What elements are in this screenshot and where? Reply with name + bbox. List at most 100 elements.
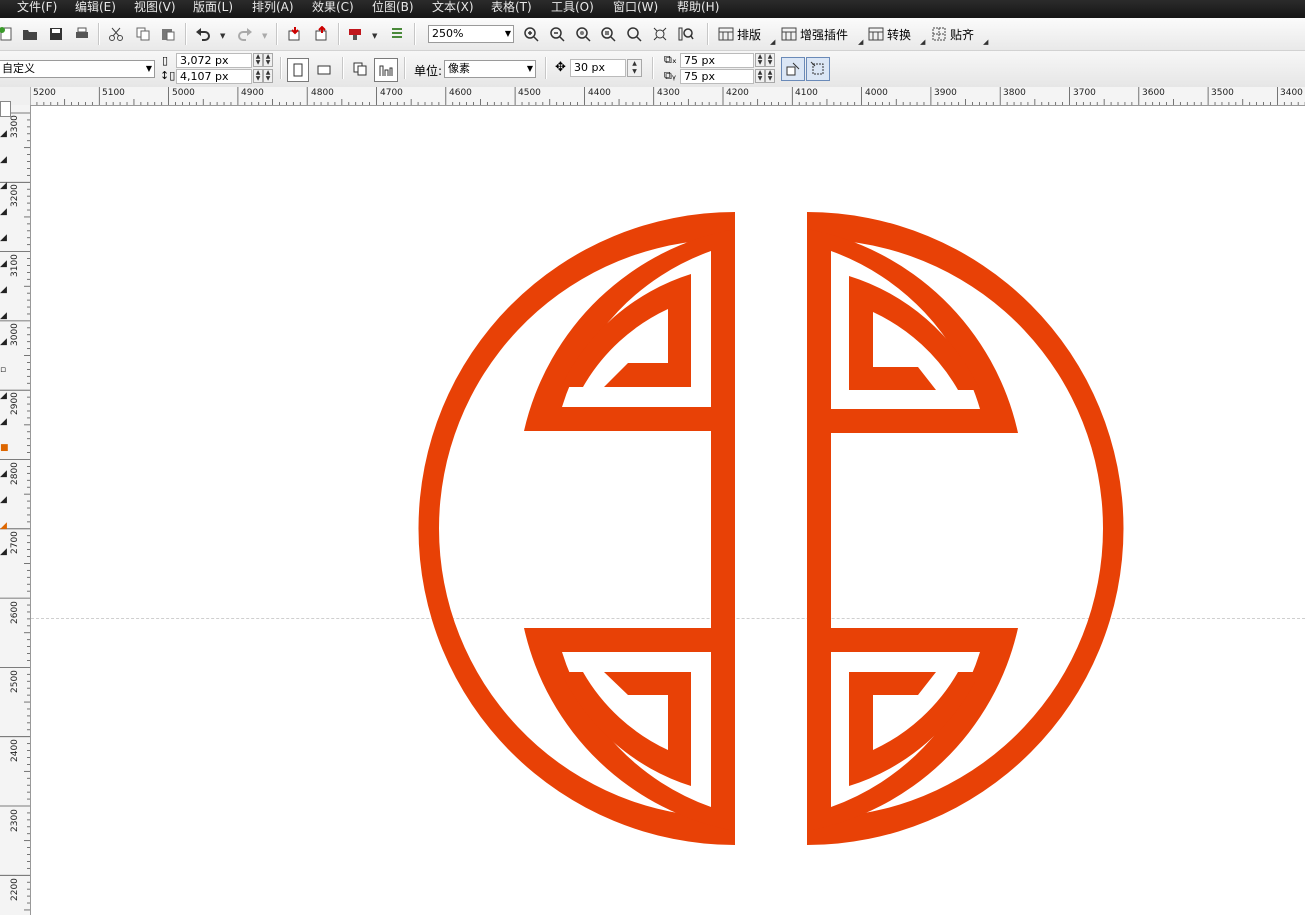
fill-tool-icon[interactable]: ◢: [0, 493, 12, 507]
zoom-all-objects-icon[interactable]: [598, 24, 618, 44]
menu-effects[interactable]: 效果(C): [312, 0, 354, 15]
shape-tool-icon[interactable]: ◢: [0, 127, 12, 141]
plugin-layout-button[interactable]: 排版: [718, 24, 761, 44]
zoom-width-icon[interactable]: [650, 24, 670, 44]
copy-icon[interactable]: [133, 24, 153, 44]
page-width-input[interactable]: 3,072 px: [176, 53, 252, 68]
page-height-spinner[interactable]: ▲ ▼: [253, 69, 263, 83]
drawing-canvas[interactable]: [31, 106, 1305, 915]
zoom-tool-icon[interactable]: ◢: [0, 179, 12, 193]
layout-plugin-icon: [718, 27, 734, 41]
portrait-button[interactable]: [287, 58, 309, 82]
redo-icon[interactable]: [235, 24, 255, 44]
duplicate-y-spinner-2[interactable]: ▲ ▼: [765, 69, 775, 83]
menu-text[interactable]: 文本(X): [432, 0, 474, 15]
duplicate-y-input[interactable]: 75 px: [680, 69, 754, 84]
basic-shapes-tool-icon[interactable]: ◢: [0, 335, 12, 349]
welcome-screen-icon[interactable]: [387, 24, 407, 44]
menu-arrange[interactable]: 排列(A): [252, 0, 294, 15]
duplicate-x-spinner-2[interactable]: ▲ ▼: [765, 53, 775, 67]
open-icon[interactable]: [20, 24, 40, 44]
all-pages-button[interactable]: [350, 59, 370, 79]
print-icon[interactable]: [72, 24, 92, 44]
page-width-spinner[interactable]: ▲ ▼: [253, 53, 263, 67]
ruler-label: 3600: [1142, 88, 1165, 98]
outline-tool-icon[interactable]: ◢: [0, 467, 12, 481]
cut-icon[interactable]: [106, 24, 126, 44]
parallel-dimension-tool-icon[interactable]: ◢: [0, 415, 12, 429]
plugin-enhance-button[interactable]: 增强插件: [781, 24, 848, 44]
convert-plugin-icon: [868, 27, 884, 41]
chevron-down-icon: ▼: [526, 64, 533, 73]
smart-fill-tool-icon[interactable]: ◢: [0, 231, 12, 245]
menu-help[interactable]: 帮助(H): [677, 0, 719, 15]
menu-file[interactable]: 文件(F): [17, 0, 57, 15]
page-preset-select[interactable]: 自定义 ▼: [0, 60, 155, 78]
duplicate-y-icon: ⧉ᵧ: [664, 69, 676, 82]
plugin-convert-button[interactable]: 转换: [868, 24, 911, 44]
menu-layout[interactable]: 版面(L): [193, 0, 233, 15]
snap-plugin-icon: [932, 27, 946, 41]
table-tool-icon[interactable]: ◢: [0, 389, 12, 403]
menu-bitmaps[interactable]: 位图(B): [372, 0, 414, 15]
menu-table[interactable]: 表格(T): [491, 0, 532, 15]
zoom-out-icon[interactable]: [547, 24, 567, 44]
nudge-spinner[interactable]: ▲ ▼: [627, 59, 642, 77]
page-width-spinner-2[interactable]: ▲ ▼: [263, 53, 273, 67]
current-page-icon: [379, 65, 393, 76]
duplicate-x-spinner[interactable]: ▲ ▼: [755, 53, 765, 67]
paste-icon[interactable]: [158, 24, 178, 44]
application-launcher-icon[interactable]: [345, 24, 365, 44]
ellipse-tool-icon[interactable]: ◢: [0, 283, 12, 297]
ruler-label: 4700: [380, 88, 403, 98]
export-icon[interactable]: [311, 24, 331, 44]
zoom-level-select[interactable]: 250% ▼: [428, 25, 514, 43]
undo-icon[interactable]: [193, 24, 213, 44]
units-label: 单位:: [414, 64, 443, 78]
zoom-height-icon[interactable]: [676, 24, 696, 44]
page-height-spinner-2[interactable]: ▲ ▼: [263, 69, 273, 83]
import-icon[interactable]: [284, 24, 304, 44]
undo-dropdown-icon[interactable]: ▼: [220, 32, 225, 40]
duplicate-y-spinner[interactable]: ▲ ▼: [755, 69, 765, 83]
treat-as-filled-button[interactable]: [781, 57, 805, 81]
freehand-tool-icon[interactable]: ◢: [0, 205, 12, 219]
text-tool-icon[interactable]: ▫: [0, 363, 12, 377]
ruler-label: 3900: [934, 88, 957, 98]
menu-edit[interactable]: 编辑(E): [75, 0, 116, 15]
pick-tool-icon[interactable]: [0, 101, 11, 117]
snap-to-page-button[interactable]: [806, 57, 830, 81]
duplicate-y-value: 75 px: [684, 70, 715, 83]
page-preset-value: 自定义: [2, 62, 35, 75]
menu-tools[interactable]: 工具(O): [551, 0, 594, 15]
ruler-label: 3400: [1280, 88, 1303, 98]
redo-dropdown-icon[interactable]: ▼: [262, 32, 267, 40]
plugin-snap-button[interactable]: 贴齐: [931, 24, 974, 44]
crop-tool-icon[interactable]: ◢: [0, 153, 12, 167]
zoom-in-icon[interactable]: [521, 24, 541, 44]
launcher-dropdown-icon[interactable]: ▼: [372, 32, 377, 40]
ruler-label: 4900: [241, 88, 264, 98]
nudge-distance-input[interactable]: 30 px: [570, 59, 626, 77]
horizontal-ruler[interactable]: 5200 5100 5000 4900 4800 4700 4600 4500 …: [30, 87, 1305, 106]
page-width-value: 3,072 px: [180, 54, 229, 67]
landscape-button[interactable]: [314, 59, 334, 79]
new-document-icon[interactable]: [0, 24, 16, 44]
page-height-input[interactable]: 4,107 px: [176, 69, 252, 84]
duplicate-x-input[interactable]: 75 px: [680, 53, 754, 68]
color-eyedropper-tool-icon[interactable]: ■: [0, 441, 12, 455]
mesh-fill-tool-icon[interactable]: ◢: [0, 545, 12, 559]
save-icon[interactable]: [46, 24, 66, 44]
menu-window[interactable]: 窗口(W): [613, 0, 658, 15]
zoom-page-icon[interactable]: [624, 24, 644, 44]
interactive-fill-tool-icon[interactable]: ◢: [0, 519, 12, 533]
enhance-plugin-icon: [781, 27, 797, 41]
zoom-selected-icon[interactable]: [573, 24, 593, 44]
current-page-button[interactable]: [374, 58, 398, 82]
polygon-tool-icon[interactable]: ◢: [0, 309, 12, 323]
artwork-svg: [418, 212, 1124, 845]
rectangle-tool-icon[interactable]: ◢: [0, 257, 12, 271]
menu-view[interactable]: 视图(V): [134, 0, 176, 15]
units-select[interactable]: 像素 ▼: [444, 60, 536, 78]
ruler-label: 4600: [449, 88, 472, 98]
